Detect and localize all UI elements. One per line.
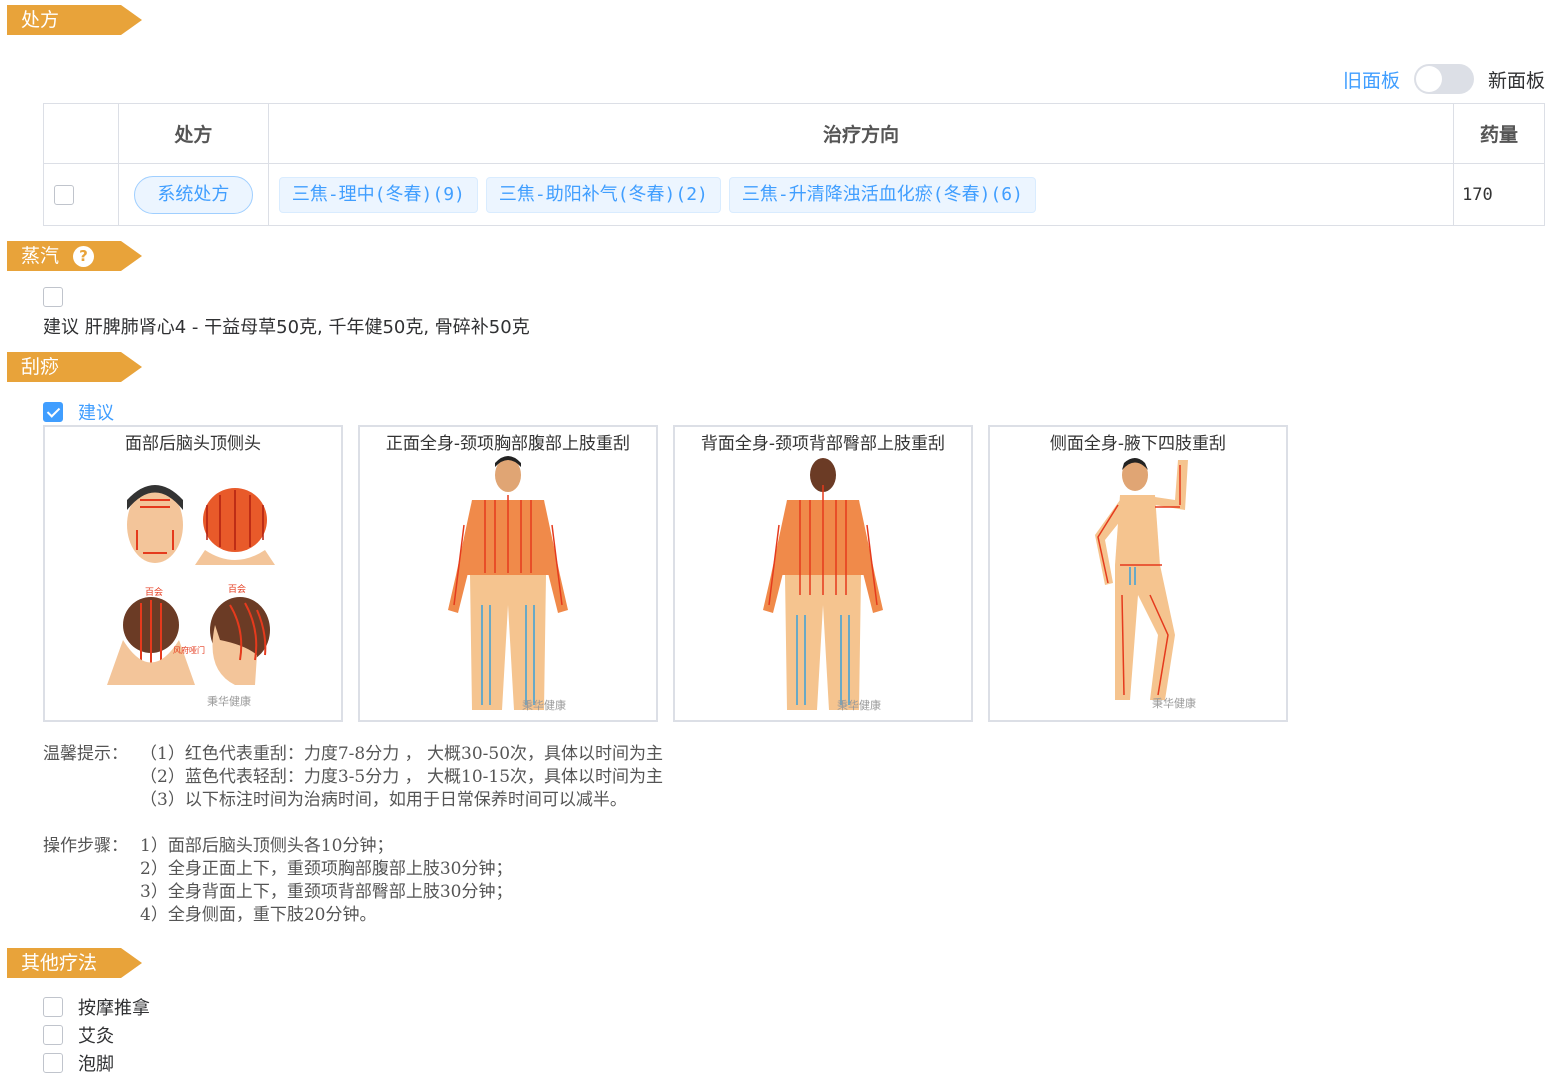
table-header-row: 处方 治疗方向 药量 — [43, 103, 1545, 164]
section-tag-guasha: 刮痧 — [7, 352, 142, 382]
section-tag-prescription: 处方 — [7, 5, 142, 35]
guasha-card-back[interactable]: 背面全身-颈项背部臀部上肢重刮 秉华健康 — [673, 425, 973, 722]
section-title: 其他疗法 — [21, 952, 98, 974]
row-checkbox[interactable] — [54, 184, 74, 205]
watermark: 秉华健康 — [837, 698, 881, 712]
help-icon[interactable]: ? — [73, 245, 95, 267]
steam-checkbox[interactable] — [43, 287, 63, 307]
panel-toggle-switch[interactable] — [1413, 64, 1474, 94]
header-direction: 治疗方向 — [267, 103, 1455, 164]
step-line: 4）全身侧面，重下肢20分钟。 — [140, 905, 377, 925]
card-title: 正面全身-颈项胸部腹部上肢重刮 — [385, 434, 631, 454]
steps-label: 操作步骤： — [43, 836, 128, 856]
watermark: 秉华健康 — [207, 694, 251, 708]
direction-tag[interactable]: 三焦-助阳补气(冬春)(2) — [485, 176, 721, 213]
therapy-option-moxibustion[interactable]: 艾灸 — [43, 1021, 150, 1049]
header-dose: 药量 — [1453, 103, 1545, 164]
back-body-image: 秉华健康 — [763, 458, 883, 712]
tip-line: （1）红色代表重刮：力度7-8分力 ， 大概30-50次，具体以时间为主 — [140, 744, 664, 764]
row-prescription-cell: 系统处方 — [117, 163, 269, 226]
direction-tag[interactable]: 三焦-理中(冬春)(9) — [278, 176, 478, 213]
therapy-label: 按摩推拿 — [78, 998, 150, 1019]
watermark: 秉华健康 — [522, 698, 566, 712]
checkbox-checked[interactable] — [43, 402, 63, 422]
section-tag-other: 其他疗法 — [7, 948, 142, 978]
guasha-suggest-checkbox[interactable]: 建议 — [43, 399, 114, 425]
side-body-image: 秉华健康 — [1095, 458, 1196, 710]
direction-tag[interactable]: 三焦-升清降浊活血化瘀(冬春)(6) — [728, 176, 1036, 213]
section-title: 蒸汽 — [21, 245, 60, 267]
section-tag-steam: 蒸汽 ? — [7, 241, 142, 271]
head-diagram-image: 百会 风府哑门 百会 秉华健康 — [107, 485, 275, 708]
label-baihui-1: 百会 — [145, 586, 163, 598]
therapy-label: 泡脚 — [78, 1054, 114, 1075]
section-title: 刮痧 — [21, 356, 60, 378]
system-prescription-button[interactable]: 系统处方 — [133, 175, 253, 214]
guasha-card-side[interactable]: 侧面全身-腋下四肢重刮 秉华健康 — [988, 425, 1288, 722]
step-line: 2）全身正面上下，重颈项胸部腹部上肢30分钟； — [140, 859, 513, 879]
row-direction-cell: 三焦-理中(冬春)(9) 三焦-助阳补气(冬春)(2) 三焦-升清降浊活血化瘀(… — [267, 163, 1455, 226]
therapy-option-footbath[interactable]: 泡脚 — [43, 1049, 150, 1076]
prescription-table: 处方 治疗方向 药量 系统处方 三焦-理中(冬春)(9) 三焦-助阳补气(冬春)… — [43, 103, 1545, 226]
guasha-cards: 面部后脑头顶侧头 百会 风府哑门 百会 秉华健康 正面全身-颈项胸部腹部上肢重刮… — [43, 425, 1288, 722]
therapy-label: 艾灸 — [78, 1026, 114, 1047]
tips-label: 温馨提示： — [43, 744, 128, 764]
old-panel-label[interactable]: 旧面板 — [1343, 66, 1400, 93]
watermark: 秉华健康 — [1152, 696, 1196, 710]
therapy-checkbox[interactable] — [43, 997, 63, 1017]
step-line: 3）全身背面上下，重颈项背部臀部上肢30分钟； — [140, 882, 513, 902]
new-panel-label[interactable]: 新面板 — [1488, 66, 1545, 93]
tip-line: （3）以下标注时间为治病时间，如用于日常保养时间可以减半。 — [140, 790, 627, 810]
guasha-tips: 温馨提示： （1）红色代表重刮：力度7-8分力 ， 大概30-50次，具体以时间为… — [43, 743, 663, 812]
other-therapy-list: 按摩推拿 艾灸 泡脚 — [43, 993, 150, 1076]
panel-switch: 旧面板 新面板 — [1343, 64, 1545, 94]
therapy-option-massage[interactable]: 按摩推拿 — [43, 993, 150, 1021]
label-baihui-2: 百会 — [228, 583, 246, 595]
card-title: 面部后脑头顶侧头 — [125, 434, 261, 454]
section-title: 处方 — [21, 9, 60, 31]
label-fengfu: 风府哑门 — [173, 645, 205, 655]
guasha-card-front[interactable]: 正面全身-颈项胸部腹部上肢重刮 秉华健康 — [358, 425, 658, 722]
guasha-checkbox-label: 建议 — [78, 403, 114, 424]
therapy-checkbox[interactable] — [43, 1053, 63, 1073]
step-line: 1）面部后脑头顶侧头各10分钟； — [140, 836, 394, 856]
card-title: 背面全身-颈项背部臀部上肢重刮 — [700, 434, 946, 454]
card-title: 侧面全身-腋下四肢重刮 — [1049, 434, 1227, 454]
tip-line: （2）蓝色代表轻刮：力度3-5分力 ， 大概10-15次，具体以时间为主 — [140, 767, 664, 787]
therapy-checkbox[interactable] — [43, 1025, 63, 1045]
row-select-cell — [43, 163, 119, 226]
switch-knob — [1415, 66, 1442, 92]
front-body-image: 秉华健康 — [448, 456, 568, 712]
guasha-card-head[interactable]: 面部后脑头顶侧头 百会 风府哑门 百会 秉华健康 — [43, 425, 343, 722]
guasha-steps: 操作步骤： 1）面部后脑头顶侧头各10分钟； 2）全身正面上下，重颈项胸部腹部上肢… — [43, 835, 512, 927]
header-select — [43, 103, 119, 164]
steam-suggestion: 建议 肝脾肺肾心4 - 干益母草50克, 千年健50克, 骨碎补50克 — [43, 317, 530, 338]
header-prescription: 处方 — [117, 103, 269, 164]
row-dose-cell: 170 — [1453, 163, 1545, 226]
table-row: 系统处方 三焦-理中(冬春)(9) 三焦-助阳补气(冬春)(2) 三焦-升清降浊… — [43, 163, 1545, 226]
